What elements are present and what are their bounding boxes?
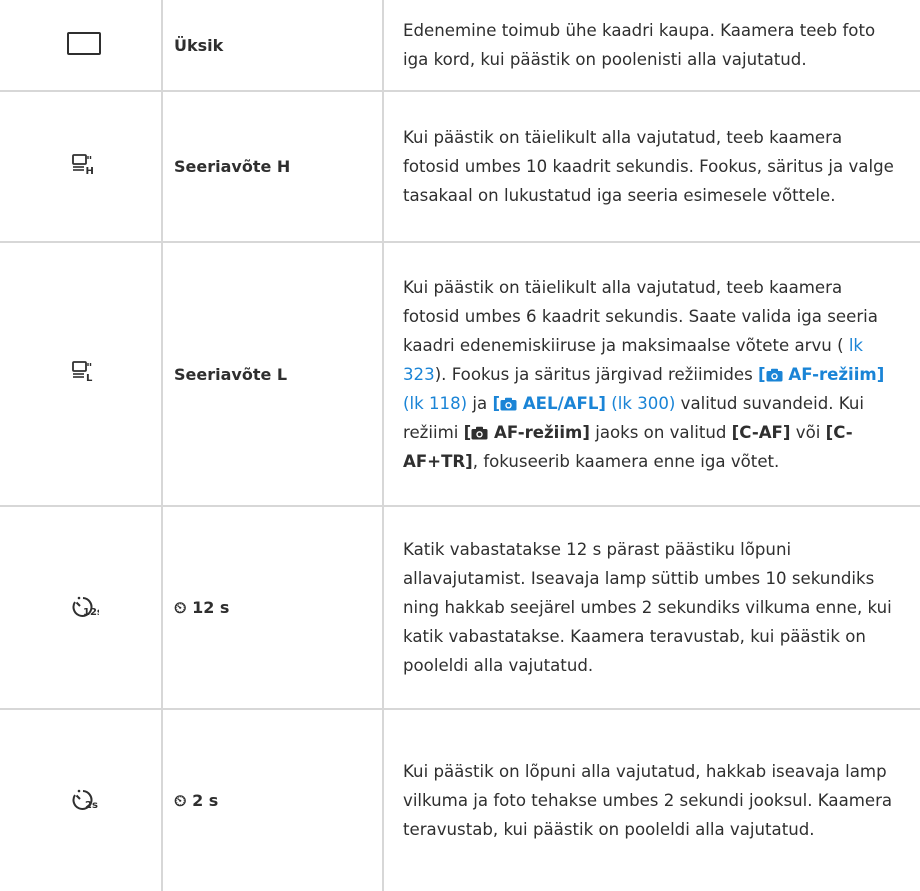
af-mode-setting-ref: [ AF-režiim] [463,422,590,442]
icon-cell: H [0,91,163,242]
self-timer-icon: ⏲ [174,597,187,617]
icon-cell: L [0,242,163,506]
mode-label-cell: ⏲ 12 s [162,506,384,709]
sequential-low-icon: L [71,361,93,384]
mode-label: Seeriavõte L [162,242,384,506]
table-row: Üksik Edenemine toimub ühe kaadri kaupa.… [0,0,920,91]
icon-cell: 12s [0,506,163,709]
description-text: Katik vabastatakse 12 s pärast päästiku … [403,540,892,675]
description-text: ja [467,393,493,413]
description-text: ). Fookus ja säritus järgivad režiimides [434,364,759,384]
mode-description: Kui päästik on lõpuni alla vajutatud, ha… [383,709,920,891]
drive-mode-table: Üksik Edenemine toimub ühe kaadri kaupa.… [0,0,920,891]
table-row: 12s ⏲ 12 s Katik vabastatakse 12 s päras… [0,506,920,709]
svg-text:2s: 2s [85,800,98,811]
svg-text:12s: 12s [83,607,99,618]
description-text: , fokuseerib kaamera enne iga võtet. [472,451,780,471]
description-text: või [790,422,826,442]
self-timer-2s-icon: 2s [72,789,98,811]
icon-cell: 2s [0,709,163,891]
mode-label: 2 s [192,790,219,810]
description-text: Kui päästik on täielikult alla vajutatud… [403,277,878,355]
mode-description: Edenemine toimub ühe kaadri kaupa. Kaame… [383,0,920,91]
mode-label: 12 s [192,597,230,617]
sequential-high-icon: H [71,153,93,177]
c-af-option: [C-AF] [731,422,791,442]
ael-afl-setting-link[interactable]: [ AEL/AFL] [492,394,606,413]
mode-label: Üksik [162,0,384,91]
mode-label: Seeriavõte H [162,91,384,242]
af-mode-setting-link[interactable]: [ AF-režiim] [758,365,884,384]
svg-text:H: H [85,166,93,176]
description-text: jaoks on valitud [589,422,732,442]
table-row: 2s ⏲ 2 s Kui päästik on lõpuni alla vaju… [0,709,920,891]
mode-description: Kui päästik on täielikult alla vajutatud… [383,91,920,242]
svg-text:L: L [86,373,93,383]
description-text: Kui päästik on lõpuni alla vajutatud, ha… [403,762,893,839]
camera-icon [766,368,783,381]
mode-description: Kui päästik on täielikult alla vajutatud… [383,242,920,506]
page-link-118[interactable]: (lk 118) [403,394,467,413]
camera-icon [500,397,517,410]
icon-cell [0,0,163,91]
description-text: Edenemine toimub ühe kaadri kaupa. Kaame… [403,21,876,69]
camera-icon [471,426,488,439]
single-frame-icon [66,31,101,55]
mode-description: Katik vabastatakse 12 s pärast päästiku … [383,506,920,709]
description-text: Kui päästik on täielikult alla vajutatud… [403,128,894,205]
table-row: L Seeriavõte L Kui päästik on täielikult… [0,242,920,506]
self-timer-icon: ⏲ [174,790,187,810]
page-link-300[interactable]: (lk 300) [606,394,675,413]
self-timer-12s-icon: 12s [72,596,102,618]
mode-label-cell: ⏲ 2 s [162,709,384,891]
table-row: H Seeriavõte H Kui päästik on täielikult… [0,91,920,242]
